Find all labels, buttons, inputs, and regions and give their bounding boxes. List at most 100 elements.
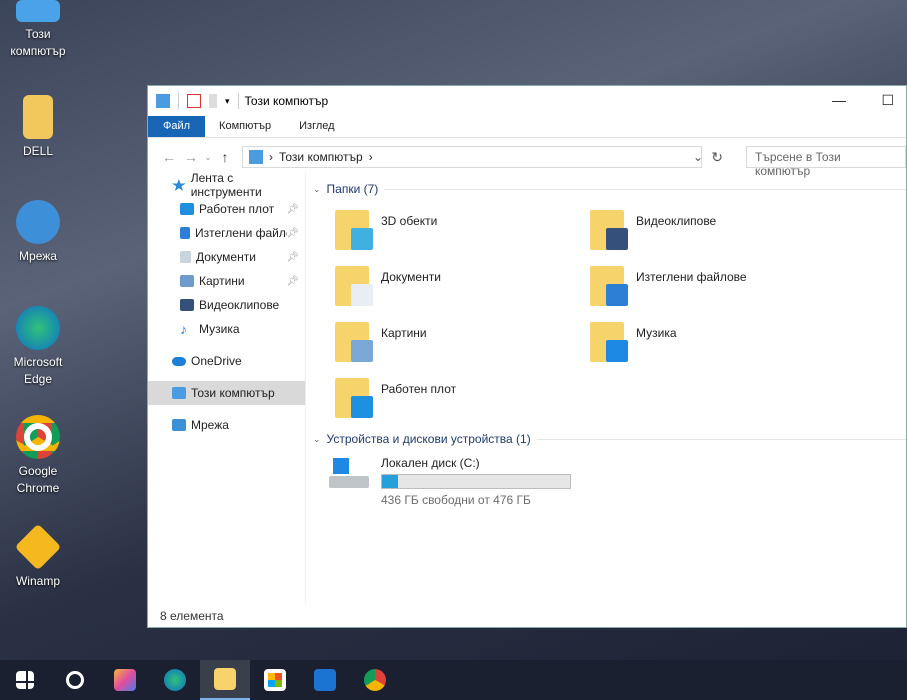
hard-drive-icon — [329, 456, 369, 490]
address-row: ← → ⌄ ↑ › Този компютър › ⌄ ↻ Търсене в … — [148, 144, 906, 178]
chevron-right-icon[interactable]: › — [369, 150, 373, 164]
download-icon — [180, 227, 190, 239]
refresh-icon[interactable]: ↻ — [711, 149, 723, 166]
file-explorer-button[interactable] — [200, 660, 250, 700]
properties-icon[interactable] — [187, 94, 201, 108]
store-icon — [264, 669, 286, 691]
drive-usage-bar — [381, 474, 571, 489]
folder-tile[interactable]: Работен плот — [313, 372, 568, 428]
folder-tile[interactable]: Документи — [313, 260, 568, 316]
folder-icon — [335, 210, 373, 250]
nav-quick-access[interactable]: Лента с инструменти — [148, 171, 305, 199]
title-bar: ▾ Този компютър — ☐ — [148, 86, 906, 116]
label: Документи — [196, 250, 256, 264]
label: Видеоклипове — [199, 298, 280, 312]
music-icon: ♪ — [180, 321, 187, 337]
search-button[interactable] — [50, 660, 100, 700]
back-button[interactable]: ← — [158, 149, 180, 165]
label: Microsoft Edge — [13, 355, 63, 386]
folder-name: Картини — [381, 326, 427, 340]
folder-name: Документи — [381, 270, 441, 284]
nav-item-downloads[interactable]: Изтеглени файлове📌︎ — [148, 221, 305, 245]
documents-icon — [180, 251, 191, 263]
edge-icon — [164, 669, 186, 691]
nav-item-desktop[interactable]: Работен плот 📌︎ — [148, 197, 305, 221]
recent-locations-button[interactable]: ⌄ — [202, 152, 214, 163]
address-dropdown-icon[interactable]: ⌄ — [693, 150, 703, 164]
maximize-button[interactable]: ☐ — [881, 92, 894, 109]
pin-icon[interactable]: 📌︎ — [286, 204, 299, 215]
label: OneDrive — [191, 354, 242, 368]
nav-item-documents[interactable]: Документи 📌︎ — [148, 245, 305, 269]
folder-icon — [590, 266, 628, 306]
folder-icon — [335, 266, 373, 306]
nav-item-videos[interactable]: Видеоклипове — [148, 293, 305, 317]
label: DELL — [22, 144, 54, 158]
chrome-icon — [16, 415, 60, 459]
computer-icon — [156, 94, 170, 108]
desktop-icon-winamp[interactable]: Winamp — [2, 523, 74, 590]
desktop-icon-this-pc[interactable]: Този компютър — [2, 0, 74, 60]
folder-name: Работен плот — [381, 382, 457, 396]
nav-this-pc[interactable]: Този компютър — [148, 381, 305, 405]
folders-group-header[interactable]: ⌄ Папки (7) — [313, 178, 906, 200]
folder-tile[interactable]: Музика — [568, 316, 823, 372]
computer-icon — [16, 0, 60, 22]
desktop-icon-dell[interactable]: DELL — [2, 95, 74, 160]
minimize-button[interactable]: — — [832, 92, 846, 108]
computer-icon — [249, 150, 263, 164]
windows-icon — [16, 671, 34, 689]
outlook-button[interactable] — [300, 660, 350, 700]
edge-button[interactable] — [150, 660, 200, 700]
nav-item-music[interactable]: ♪ Музика — [148, 317, 305, 341]
ribbon-tabs: Файл Компютър Изглед — [148, 116, 906, 138]
desktop-icon-chrome[interactable]: Google Chrome — [2, 415, 74, 497]
nav-network[interactable]: Мрежа — [148, 413, 305, 437]
up-button[interactable]: ↑ — [214, 149, 236, 165]
edge-icon — [16, 306, 60, 350]
taskbar — [0, 660, 907, 700]
devices-group-header[interactable]: ⌄ Устройства и дискови устройства (1) — [313, 428, 906, 450]
customize-toolbar-icon[interactable]: ▾ — [225, 96, 230, 107]
pin-icon[interactable]: 📌︎ — [286, 276, 299, 287]
nav-item-pictures[interactable]: Картини 📌︎ — [148, 269, 305, 293]
chrome-button[interactable] — [350, 660, 400, 700]
computer-icon — [172, 387, 186, 399]
search-input[interactable]: Търсене в Този компютър — [746, 146, 906, 178]
folder-tile[interactable]: 3D обекти — [313, 204, 568, 260]
tab-file[interactable]: Файл — [148, 116, 206, 137]
store-button[interactable] — [250, 660, 300, 700]
start-button[interactable] — [0, 660, 50, 700]
address-bar[interactable]: › Този компютър › ⌄ ↻ — [242, 146, 723, 168]
window-title: Този компютър — [244, 94, 329, 108]
nav-onedrive[interactable]: OneDrive — [148, 349, 305, 373]
breadcrumb[interactable]: Този компютър — [279, 150, 363, 164]
folder-tile[interactable]: Картини — [313, 316, 568, 372]
folder-name: Видеоклипове — [636, 214, 717, 228]
star-icon — [172, 179, 186, 191]
tab-view[interactable]: Изглед — [285, 116, 348, 137]
tab-computer[interactable]: Компютър — [205, 116, 285, 137]
status-bar-item-count: 8 елемента — [160, 609, 224, 623]
label: Картини — [199, 274, 245, 288]
folder-icon — [214, 668, 236, 690]
folder-grid: 3D обекти Видеоклипове Документи Изтеглени … — [313, 204, 906, 428]
file-explorer-window: ▾ Този компютър — ☐ Файл Компютър Изглед… — [147, 85, 907, 628]
copilot-button[interactable] — [100, 660, 150, 700]
user-folder-icon — [23, 95, 53, 139]
content-pane: ⌄ Папки (7) 3D обекти Видеоклипове Документ… — [313, 178, 906, 507]
pin-icon[interactable]: 📌︎ — [286, 228, 299, 239]
drive-c[interactable]: Локален диск (C:) 436 ГБ свободни от 476… — [313, 456, 906, 507]
folder-icon — [335, 378, 373, 418]
new-folder-icon[interactable] — [209, 94, 217, 108]
desktop-icon-edge[interactable]: Microsoft Edge — [2, 306, 74, 388]
label: Winamp — [15, 574, 60, 588]
desktop-icon — [180, 203, 194, 215]
chrome-icon — [364, 669, 386, 691]
folder-tile[interactable]: Видеоклипове — [568, 204, 823, 260]
desktop-icon-network[interactable]: Мрежа — [2, 200, 74, 265]
folder-tile[interactable]: Изтеглени файлове — [568, 260, 823, 316]
pin-icon[interactable]: 📌︎ — [286, 252, 299, 263]
drive-free-space: 436 ГБ свободни от 476 ГБ — [381, 493, 531, 507]
forward-button[interactable]: → — [180, 149, 202, 165]
